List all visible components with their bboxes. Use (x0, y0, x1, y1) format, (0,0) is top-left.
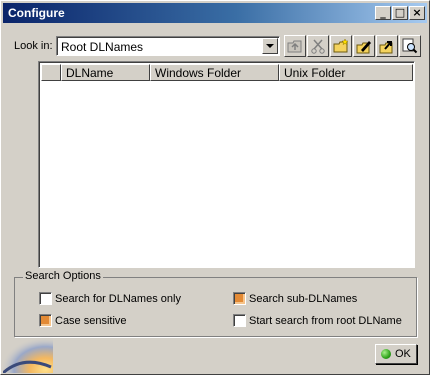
search-options-group: Search Options (14, 270, 417, 337)
search-from-root-label: Start search from root DLName (249, 315, 402, 327)
column-header-windows-folder[interactable]: Windows Folder (150, 64, 279, 81)
look-in-combobox[interactable]: Root DLNames (56, 36, 280, 56)
new-folder-button[interactable] (330, 35, 352, 57)
close-button[interactable]: × (409, 6, 425, 20)
case-sensitive-checkbox[interactable] (39, 314, 52, 327)
case-sensitive-label: Case sensitive (55, 315, 127, 327)
up-folder-button[interactable] (284, 35, 306, 57)
chevron-down-icon[interactable] (262, 38, 278, 54)
cut-button[interactable] (307, 35, 329, 57)
search-from-root-checkbox[interactable] (233, 314, 246, 327)
search-dlnames-only-checkbox[interactable] (39, 292, 52, 305)
search-options-title: Search Options (23, 270, 103, 282)
find-icon (402, 38, 418, 54)
edit-button[interactable] (353, 35, 375, 57)
ok-button[interactable]: OK (375, 344, 417, 364)
new-folder-icon (333, 38, 349, 53)
look-in-label: Look in: (14, 40, 53, 52)
find-button[interactable] (399, 35, 421, 57)
search-dlnames-only-label: Search for DLNames only (55, 293, 181, 305)
column-header-dlname[interactable]: DLName (61, 64, 150, 81)
search-sub-dlnames-label: Search sub-DLNames (249, 293, 358, 305)
edit-icon (356, 41, 371, 54)
ok-label: OK (395, 348, 411, 360)
window-title: Configure (8, 6, 65, 20)
column-header-blank[interactable] (41, 64, 61, 81)
export-icon (379, 41, 393, 54)
title-bar[interactable]: Configure _ □ × (3, 3, 427, 23)
minimize-button[interactable]: _ (375, 6, 391, 20)
up-folder-icon (287, 40, 302, 53)
configure-dialog: Configure _ □ × Look in: Root DLNames DL… (0, 0, 430, 375)
catia-logo-decoration (3, 337, 53, 373)
search-sub-dlnames-checkbox[interactable] (233, 292, 246, 305)
column-header-unix-folder[interactable]: Unix Folder (279, 64, 413, 81)
export-button[interactable] (376, 35, 398, 57)
look-in-value: Root DLNames (61, 40, 144, 54)
maximize-button[interactable]: □ (392, 6, 408, 20)
cut-icon (311, 39, 325, 54)
dlname-list[interactable]: DLName Windows Folder Unix Folder (38, 61, 415, 268)
ok-status-icon (381, 349, 391, 359)
